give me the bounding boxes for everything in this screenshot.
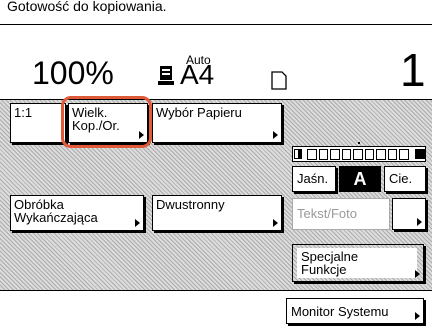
paper-select-button[interactable]: Wybór Papieru (152, 103, 282, 143)
arrow-right-icon (273, 131, 278, 139)
paper-select-label: Wybór Papieru (156, 105, 242, 120)
density-lighter-button[interactable]: Jaśn. (292, 166, 336, 192)
density-marker (358, 142, 360, 144)
document-orientation-icon (271, 71, 287, 90)
system-monitor-label: Monitor Systemu (291, 304, 389, 319)
image-mode-menu-button[interactable] (392, 198, 426, 230)
copy-screen: Gotowość do kopiowania. 100% Auto A4 1 1… (0, 0, 432, 328)
highlight-ring (61, 96, 152, 148)
special-functions-line2: Funkcje (301, 262, 347, 277)
arrow-right-icon (415, 312, 420, 320)
density-lighter-label: Jaśn. (297, 171, 329, 186)
arrow-right-icon (273, 219, 278, 227)
density-darker-label: Cie. (389, 171, 413, 186)
density-tick (307, 149, 317, 160)
density-tick (364, 149, 375, 160)
density-tick (399, 149, 409, 160)
paper-tray-icon (158, 66, 174, 86)
density-auto-button[interactable]: A (339, 166, 381, 192)
two-sided-label: Dwustronny (156, 197, 225, 212)
density-tick (341, 149, 352, 160)
system-monitor-button[interactable]: Monitor Systemu (286, 298, 424, 324)
ratio-1to1-button[interactable]: 1:1 (10, 103, 66, 143)
darker-end-icon (415, 149, 425, 159)
lighter-end-icon (294, 149, 304, 159)
density-tick (387, 149, 398, 160)
finishing-button[interactable]: Obróbka Wykańczająca (10, 195, 144, 231)
bottom-divider (0, 290, 432, 291)
finishing-label-line2: Wykańczająca (14, 210, 98, 225)
density-tick (353, 149, 363, 160)
status-bar: Gotowość do kopiowania. (0, 0, 432, 25)
density-ticks (307, 149, 411, 160)
copy-ratio: 100% (32, 55, 114, 91)
paper-size: A4 (180, 59, 215, 90)
status-message: Gotowość do kopiowania. (7, 0, 167, 14)
arrow-right-icon (415, 270, 420, 278)
special-functions-button[interactable]: Specjalne Funkcje (292, 244, 424, 282)
ratio-1to1-label: 1:1 (14, 105, 33, 120)
density-tick (318, 149, 329, 160)
text-photo-button: Tekst/Foto (292, 198, 390, 230)
copy-count: 1 (400, 44, 426, 96)
density-tick (376, 149, 386, 160)
two-sided-button[interactable]: Dwustronny (152, 195, 282, 231)
arrow-right-icon (135, 219, 140, 227)
density-scale (292, 146, 426, 162)
text-photo-label: Tekst/Foto (297, 206, 357, 221)
arrow-right-icon (417, 218, 422, 226)
density-tick (330, 149, 340, 160)
density-darker-button[interactable]: Cie. (384, 166, 426, 192)
density-auto-label: A (353, 169, 367, 189)
